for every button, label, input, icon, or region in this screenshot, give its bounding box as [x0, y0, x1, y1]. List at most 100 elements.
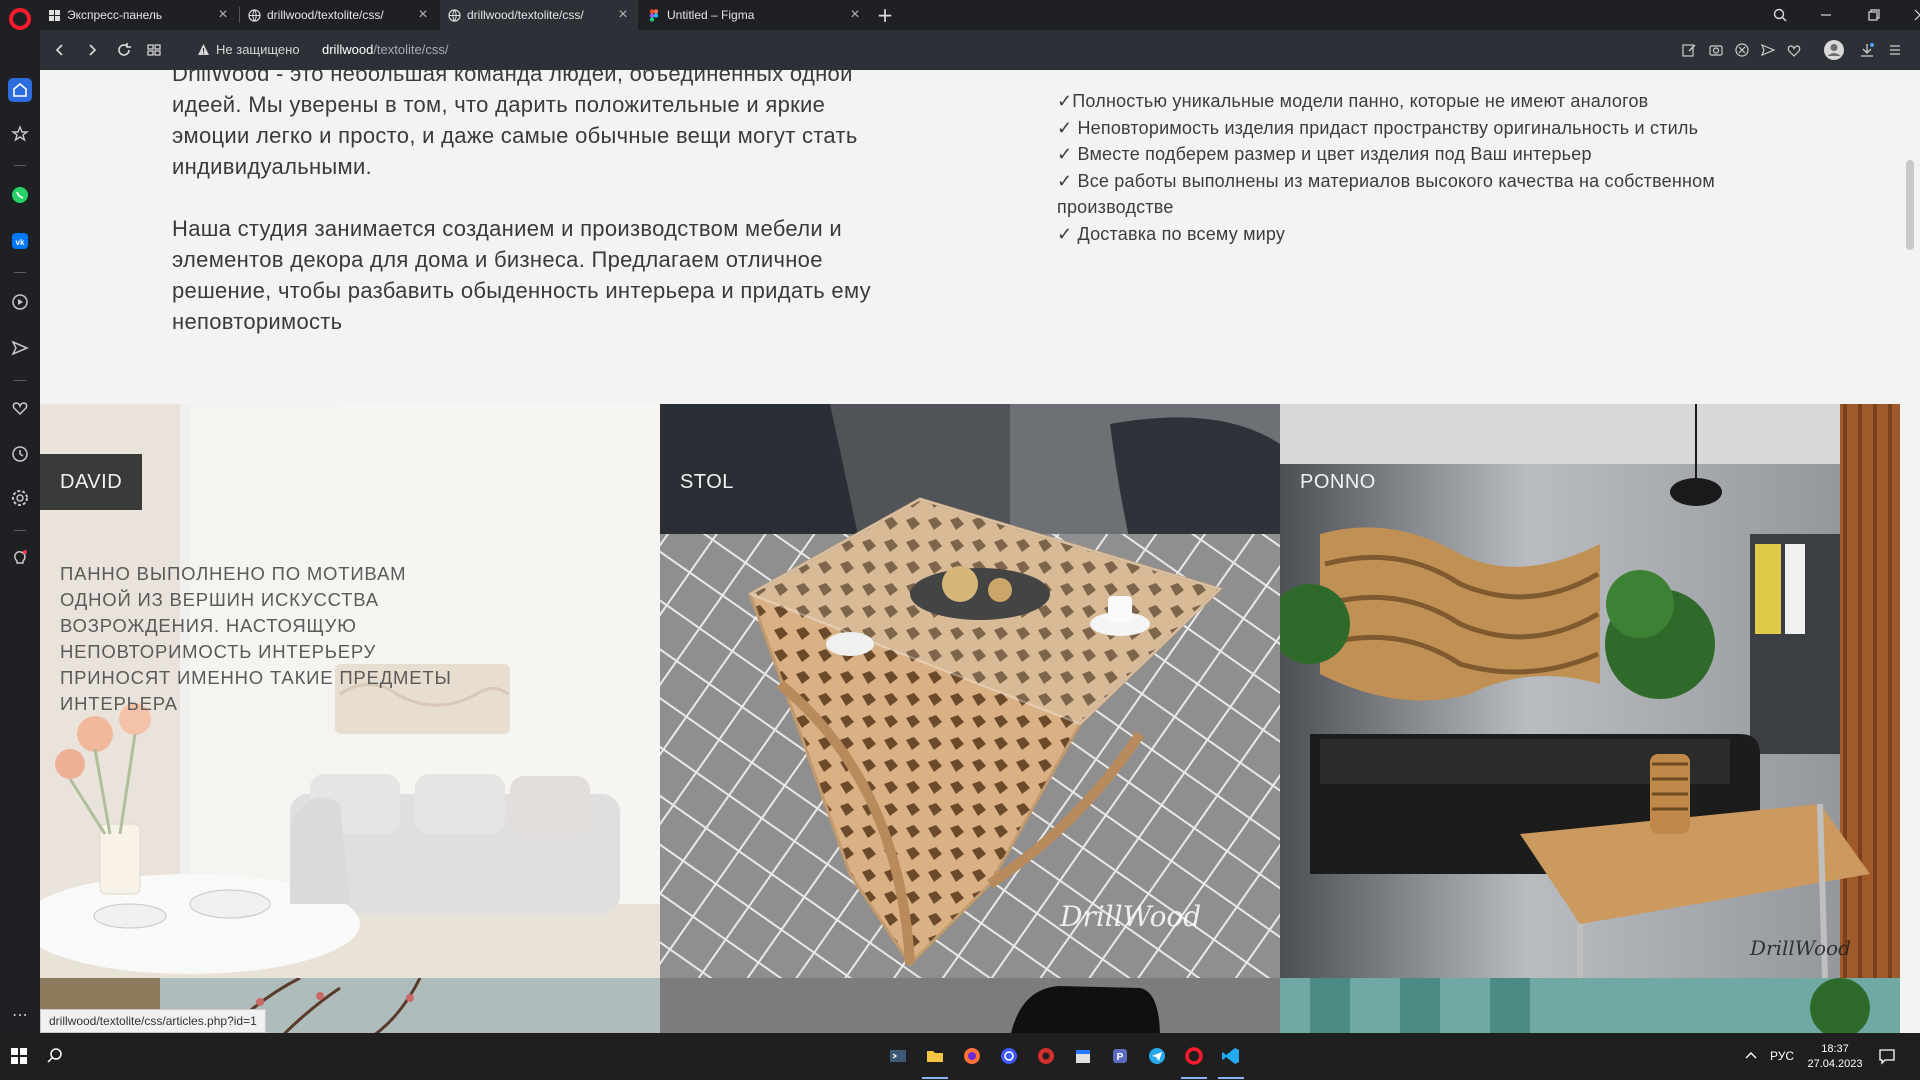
about-paragraph: Наша студия занимается созданием и произ…: [172, 216, 871, 334]
url-host: drillwood: [322, 42, 374, 57]
heart-icon[interactable]: [8, 396, 32, 420]
grid-icon: [49, 9, 60, 21]
feature-item: ✓ Все работы выполнены из материалов выс…: [1057, 170, 1715, 218]
bookmark-heart-icon[interactable]: [1785, 41, 1803, 59]
close-tab-icon[interactable]: ×: [216, 7, 230, 23]
windows-taskbar: P РУС 18:37 27.04.2023: [0, 1033, 1920, 1080]
drillwood-signature: DrillWood: [1750, 936, 1851, 960]
tray-chevron-up-icon[interactable]: [1738, 1043, 1764, 1069]
features-list: ✓Полностью уникальные модели панно, кото…: [1057, 88, 1777, 247]
scrollbar-thumb[interactable]: [1906, 160, 1914, 250]
system-clock[interactable]: 18:37 27.04.2023: [1806, 1042, 1864, 1072]
warning-triangle-icon: [198, 44, 209, 55]
sidebar-divider: [14, 272, 26, 273]
page-viewport: DrillWood - это небольшая команда людей,…: [40, 70, 1900, 1033]
terminal-app-icon[interactable]: [885, 1043, 911, 1069]
clock-date: 27.04.2023: [1807, 1058, 1863, 1070]
about-paragraph: DrillWood - это небольшая команда людей,…: [172, 70, 858, 179]
bookmarks-icon[interactable]: [8, 122, 32, 146]
search-icon[interactable]: [42, 1043, 68, 1069]
send-icon[interactable]: [8, 336, 32, 360]
opera-sidebar: vk ⋯: [0, 0, 40, 1033]
feature-item: ✓ Доставка по всему миру: [1057, 223, 1286, 244]
adblock-icon[interactable]: [1733, 41, 1751, 59]
close-window-icon[interactable]: [1897, 0, 1920, 30]
notifications-icon[interactable]: [1874, 1043, 1900, 1069]
card-title: PONNO: [1300, 470, 1376, 493]
dark-product-photo: [660, 978, 1280, 1033]
sidebar-divider: [14, 165, 26, 166]
svg-text:vk: vk: [16, 238, 25, 247]
minimize-icon[interactable]: [1803, 0, 1849, 30]
security-indicator[interactable]: Не защищено: [197, 42, 300, 57]
active-app-indicator: [922, 1077, 948, 1079]
close-tab-icon[interactable]: ×: [416, 7, 430, 23]
feature-item: ✓ Неповторимость изделия придаст простра…: [1057, 117, 1699, 138]
pdf-app-icon[interactable]: P: [1107, 1043, 1133, 1069]
address-input[interactable]: drillwood/textolite/css/: [322, 42, 448, 57]
opera-logo-icon[interactable]: [9, 8, 31, 30]
about-text: DrillWood - это небольшая команда людей,…: [172, 70, 892, 368]
globe-icon: [248, 8, 261, 22]
screen-recorder-icon[interactable]: [1033, 1043, 1059, 1069]
calendar-app-icon[interactable]: [1070, 1043, 1096, 1069]
url-path: /textolite/css/: [373, 42, 449, 57]
product-card-ponno[interactable]: PONNO DrillWood: [1280, 404, 1900, 978]
svg-text:P: P: [1117, 1052, 1124, 1063]
tab-express-panel[interactable]: Экспресс-панель ×: [40, 0, 238, 30]
product-card-partial[interactable]: [1280, 978, 1900, 1033]
home-icon[interactable]: [8, 78, 32, 102]
camera-snapshot-icon[interactable]: [1707, 41, 1725, 59]
product-card-partial[interactable]: [660, 978, 1280, 1033]
downloads-icon[interactable]: [1858, 41, 1876, 59]
reload-icon[interactable]: [114, 40, 134, 60]
back-arrow-icon[interactable]: [50, 40, 70, 60]
tab-title: drillwood/textolite/css/: [467, 8, 584, 22]
tab-figma[interactable]: Untitled – Figma ×: [640, 0, 870, 30]
telegram-icon[interactable]: [1144, 1043, 1170, 1069]
tips-lightbulb-icon[interactable]: [8, 546, 32, 570]
sidebar-divider: [14, 380, 26, 381]
figma-icon: [649, 8, 659, 22]
address-toolbar: Не защищено drillwood/textolite/css/: [40, 30, 1920, 70]
edit-page-icon[interactable]: [1680, 41, 1698, 59]
vscode-icon[interactable]: [1218, 1043, 1244, 1069]
clock-time: 18:37: [1821, 1043, 1849, 1055]
forward-arrow-icon[interactable]: [82, 40, 102, 60]
language-indicator[interactable]: РУС: [1770, 1049, 1794, 1063]
more-options-icon[interactable]: ⋯: [8, 1002, 32, 1026]
player-icon[interactable]: [8, 290, 32, 314]
file-explorer-icon[interactable]: [922, 1043, 948, 1069]
tab-drillwood-1[interactable]: drillwood/textolite/css/ ×: [240, 0, 438, 30]
vpn-app-icon[interactable]: [996, 1043, 1022, 1069]
card-description: ПАННО ВЫПОЛНЕНО ПО МОТИВАМ ОДНОЙ ИЗ ВЕРШ…: [60, 563, 452, 714]
search-tabs-icon[interactable]: [1757, 0, 1803, 30]
firefox-icon[interactable]: [959, 1043, 985, 1069]
feature-item: ✓ Вместе подберем размер и цвет изделия …: [1057, 144, 1592, 164]
opera-taskbar-icon[interactable]: [1181, 1043, 1207, 1069]
tab-title: Untitled – Figma: [667, 8, 755, 22]
vk-icon[interactable]: vk: [8, 229, 32, 253]
status-link-preview: drillwood/textolite/css/articles.php?id=…: [40, 1009, 266, 1033]
product-card-david[interactable]: DAVID ПАННО ВЫПОЛНЕНО ПО МОТИВАМ ОДНОЙ И…: [40, 404, 660, 978]
profile-avatar-icon[interactable]: [1823, 39, 1845, 61]
tab-drillwood-active[interactable]: drillwood/textolite/css/ ×: [440, 0, 638, 30]
close-tab-icon[interactable]: ×: [616, 7, 630, 23]
whatsapp-icon[interactable]: [8, 183, 32, 207]
settings-gear-icon[interactable]: [8, 486, 32, 510]
vertical-scrollbar[interactable]: [1900, 70, 1920, 1033]
tab-title: Экспресс-панель: [67, 8, 163, 22]
history-icon[interactable]: [8, 442, 32, 466]
tab-overview-grid-icon[interactable]: [144, 40, 164, 60]
close-tab-icon[interactable]: ×: [848, 7, 862, 23]
windows-start-icon[interactable]: [6, 1043, 32, 1069]
sidebar-divider: [14, 530, 26, 531]
security-label: Не защищено: [216, 42, 300, 57]
globe-icon: [448, 8, 461, 22]
restore-icon[interactable]: [1851, 0, 1897, 30]
product-card-stol[interactable]: STOL DrillWood: [660, 404, 1280, 978]
flow-send-icon[interactable]: [1759, 41, 1777, 59]
easy-setup-menu-icon[interactable]: [1886, 41, 1904, 59]
feature-item: ✓Полностью уникальные модели панно, кото…: [1057, 91, 1649, 111]
new-tab-button[interactable]: +: [874, 4, 896, 26]
